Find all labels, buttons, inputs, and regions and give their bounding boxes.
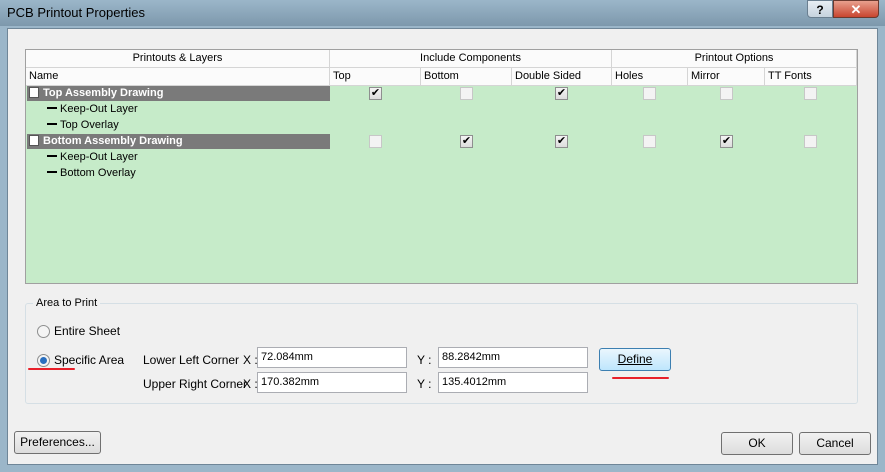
cancel-button[interactable]: Cancel (799, 432, 871, 455)
upper-right-y-field[interactable]: 135.4012mm (438, 372, 588, 393)
layer-line-icon (47, 107, 57, 109)
area-to-print-title: Area to Print (33, 297, 101, 309)
mirror-checkbox[interactable]: ✔ (720, 135, 733, 148)
top-checkbox[interactable] (369, 135, 382, 148)
column-name[interactable]: Name (26, 68, 330, 86)
column-tt-fonts[interactable]: TT Fonts (765, 68, 857, 86)
row-bottom-keep-out-layer[interactable]: Keep-Out Layer (47, 150, 138, 165)
header-printout-options: Printout Options (612, 50, 857, 68)
bottom-checkbox[interactable]: ✔ (460, 135, 473, 148)
lower-left-y-label: Y : (417, 353, 432, 367)
mirror-checkbox[interactable] (720, 87, 733, 100)
lower-left-y-field[interactable]: 88.2842mm (438, 347, 588, 368)
tt-fonts-checkbox[interactable] (804, 135, 817, 148)
specific-area-label[interactable]: Specific Area (54, 353, 124, 367)
row-label: Bottom Assembly Drawing (43, 135, 183, 147)
tt-fonts-checkbox[interactable] (804, 87, 817, 100)
double-sided-checkbox[interactable]: ✔ (555, 87, 568, 100)
row-label: Top Assembly Drawing (43, 87, 164, 99)
row-top-overlay[interactable]: Top Overlay (47, 118, 119, 133)
holes-checkbox[interactable] (643, 135, 656, 148)
red-underline-annotation (28, 368, 75, 370)
column-holes[interactable]: Holes (612, 68, 688, 86)
top-checkbox[interactable]: ✔ (369, 87, 382, 100)
close-button[interactable]: ✕ (833, 0, 879, 18)
define-button[interactable]: Define (599, 348, 671, 371)
column-bottom[interactable]: Bottom (421, 68, 512, 86)
double-sided-checkbox[interactable]: ✔ (555, 135, 568, 148)
layer-line-icon (47, 171, 57, 173)
layer-line-icon (47, 155, 57, 157)
upper-right-y-label: Y : (417, 377, 432, 391)
upper-right-corner-label: Upper Right Corner (143, 377, 248, 391)
window-title: PCB Printout Properties (7, 5, 146, 20)
upper-right-x-field[interactable]: 170.382mm (257, 372, 407, 393)
lower-left-corner-label: Lower Left Corner (143, 353, 240, 367)
column-double-sided[interactable]: Double Sided (512, 68, 612, 86)
header-printouts-layers: Printouts & Layers (26, 50, 330, 68)
preferences-button[interactable]: Preferences... (14, 431, 101, 454)
column-top[interactable]: Top (330, 68, 421, 86)
bottom-checkbox[interactable] (460, 87, 473, 100)
holes-checkbox[interactable] (643, 87, 656, 100)
entire-sheet-label[interactable]: Entire Sheet (54, 324, 120, 338)
row-label: Top Overlay (60, 119, 119, 131)
title-bar: PCB Printout Properties ? ✕ (0, 0, 885, 26)
help-button[interactable]: ? (807, 0, 833, 18)
row-label: Keep-Out Layer (60, 151, 138, 163)
layer-line-icon (47, 123, 57, 125)
lower-left-x-field[interactable]: 72.084mm (257, 347, 407, 368)
lower-left-x-label: X : (243, 353, 258, 367)
row-label: Bottom Overlay (60, 167, 136, 179)
row-top-assembly-drawing[interactable]: Top Assembly Drawing (27, 86, 330, 101)
document-icon (29, 87, 39, 98)
header-include-components: Include Components (330, 50, 612, 68)
upper-right-x-label: X : (243, 377, 258, 391)
row-top-keep-out-layer[interactable]: Keep-Out Layer (47, 102, 138, 117)
row-bottom-overlay[interactable]: Bottom Overlay (47, 166, 136, 181)
column-mirror[interactable]: Mirror (688, 68, 765, 86)
specific-area-radio[interactable] (37, 354, 50, 367)
red-underline-annotation (612, 377, 669, 379)
ok-button[interactable]: OK (721, 432, 793, 455)
document-icon (29, 135, 39, 146)
row-bottom-assembly-drawing[interactable]: Bottom Assembly Drawing (27, 134, 330, 149)
row-label: Keep-Out Layer (60, 103, 138, 115)
entire-sheet-radio[interactable] (37, 325, 50, 338)
